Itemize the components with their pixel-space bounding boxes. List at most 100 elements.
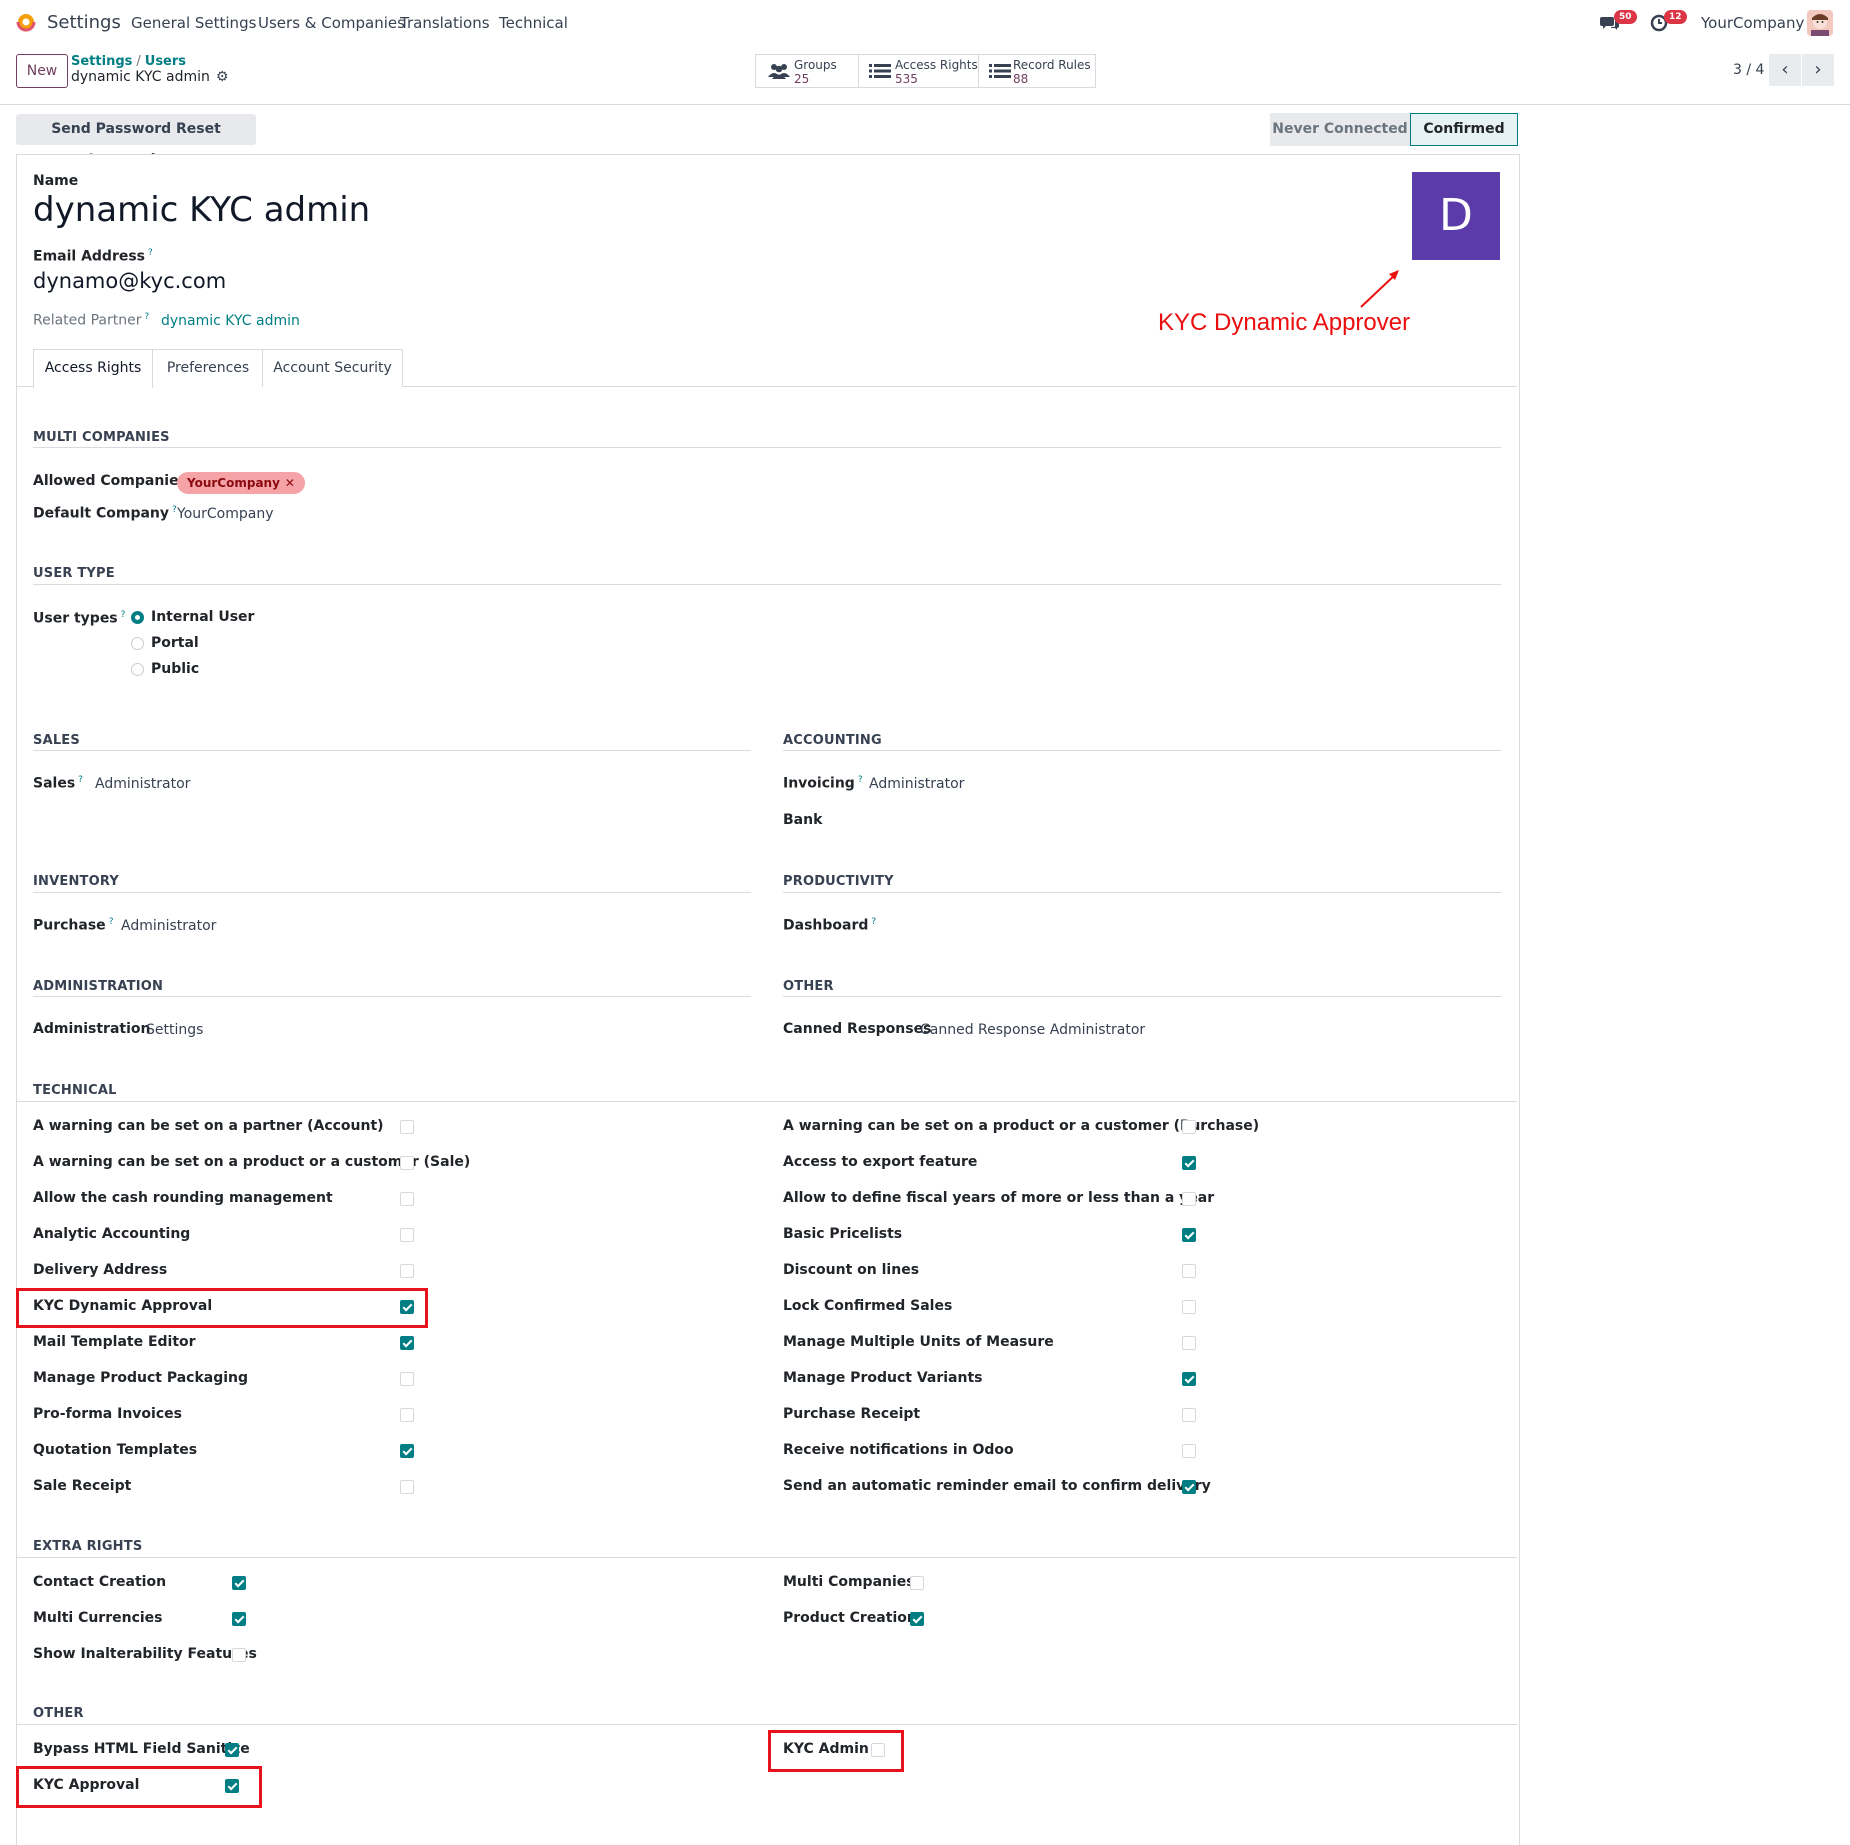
checkbox-a-warning-can-be-set-on-a-partner-account[interactable] — [400, 1120, 414, 1134]
help-icon[interactable]: ? — [858, 775, 863, 785]
checkbox-basic-pricelists[interactable] — [1182, 1228, 1196, 1242]
checkbox-allow-the-cash-rounding-management[interactable] — [400, 1192, 414, 1206]
checkbox-quotation-templates[interactable] — [400, 1444, 414, 1458]
pager-value[interactable]: 3 / 4 — [1733, 62, 1764, 78]
help-icon[interactable]: ? — [148, 248, 153, 258]
checkbox-show-inalterability-features[interactable] — [232, 1648, 246, 1662]
checkbox-product-creation[interactable] — [910, 1612, 924, 1626]
checkbox-sale-receipt[interactable] — [400, 1480, 414, 1494]
group-title-other: OTHER — [33, 1706, 84, 1721]
company-tag[interactable]: YourCompany ✕ — [177, 472, 305, 494]
checkbox-mail-template-editor[interactable] — [400, 1336, 414, 1350]
checkbox-pro-forma-invoices[interactable] — [400, 1408, 414, 1422]
menu-general-settings[interactable]: General Settings — [131, 14, 256, 32]
breadcrumb-users[interactable]: Users — [145, 54, 186, 69]
record-rules-count: 88 — [1013, 72, 1029, 86]
checkbox-discount-on-lines[interactable] — [1182, 1264, 1196, 1278]
checkbox-bypass-html-field-sanitize[interactable] — [225, 1743, 239, 1757]
checkbox-label-access-to-export-feature: Access to export feature — [783, 1154, 978, 1170]
checkbox-multi-companies[interactable] — [910, 1576, 924, 1590]
checkbox-label-send-an-automatic-reminder-email-to-confirm-delivery: Send an automatic reminder email to conf… — [783, 1478, 1211, 1494]
gear-icon[interactable]: ⚙ — [216, 69, 229, 85]
list-icon — [989, 64, 1011, 78]
stage-never-connected[interactable]: Never Connected — [1270, 113, 1410, 146]
checkbox-a-warning-can-be-set-on-a-product-or-a-customer-purchase[interactable] — [1182, 1120, 1196, 1134]
radio-label-internal-user[interactable]: Internal User — [151, 609, 254, 625]
checkbox-delivery-address[interactable] — [400, 1264, 414, 1278]
breadcrumb-settings[interactable]: Settings — [71, 54, 132, 69]
checkbox-manage-product-packaging[interactable] — [400, 1372, 414, 1386]
checkbox-label-sale-receipt: Sale Receipt — [33, 1478, 132, 1494]
pager-next-button[interactable]: › — [1802, 54, 1834, 86]
purchase-field[interactable]: Administrator — [121, 918, 216, 934]
pager-previous-button[interactable]: ‹ — [1769, 54, 1801, 86]
canned-responses-label: Canned Responses — [783, 1021, 932, 1037]
sales-label: Sales? — [33, 775, 83, 792]
checkbox-label-manage-multiple-units-of-measure: Manage Multiple Units of Measure — [783, 1334, 1054, 1350]
checkbox-label-bypass-html-field-sanitize: Bypass HTML Field Sanitize — [33, 1741, 250, 1757]
highlight-kyc-approval — [16, 1766, 262, 1808]
user-avatar-icon — [1807, 10, 1833, 36]
checkbox-a-warning-can-be-set-on-a-product-or-a-customer-sale[interactable] — [400, 1156, 414, 1170]
radio-internal-user[interactable] — [131, 611, 144, 624]
checkbox-label-contact-creation: Contact Creation — [33, 1574, 167, 1590]
checkbox-receive-notifications-in-odoo[interactable] — [1182, 1444, 1196, 1458]
group-title-extra-rights: EXTRA RIGHTS — [33, 1539, 143, 1554]
checkbox-manage-product-variants[interactable] — [1182, 1372, 1196, 1386]
email-field[interactable]: dynamo@kyc.com — [33, 269, 226, 293]
canned-responses-field[interactable]: Canned Response Administrator — [920, 1022, 1145, 1038]
checkbox-allow-to-define-fiscal-years-of-more-or-less-than-a-year[interactable] — [1182, 1192, 1196, 1206]
radio-label-portal[interactable]: Portal — [151, 635, 199, 651]
checkbox-lock-confirmed-sales[interactable] — [1182, 1300, 1196, 1314]
help-icon[interactable]: ? — [145, 312, 150, 322]
groups-smart-button[interactable]: Groups 25 — [755, 54, 860, 88]
user-avatar[interactable] — [1807, 10, 1833, 36]
help-icon[interactable]: ? — [78, 775, 83, 785]
menu-translations[interactable]: Translations — [400, 14, 490, 32]
invoicing-field[interactable]: Administrator — [869, 776, 964, 792]
group-title-sales: SALES — [33, 733, 80, 748]
help-icon[interactable]: ? — [871, 917, 876, 927]
checkbox-manage-multiple-units-of-measure[interactable] — [1182, 1336, 1196, 1350]
checkbox-label-discount-on-lines: Discount on lines — [783, 1262, 920, 1278]
help-icon[interactable]: ? — [109, 917, 114, 927]
checkbox-access-to-export-feature[interactable] — [1182, 1156, 1196, 1170]
menu-users-companies[interactable]: Users & Companies — [258, 14, 405, 32]
checkbox-purchase-receipt[interactable] — [1182, 1408, 1196, 1422]
checkbox-label-multi-currencies: Multi Currencies — [33, 1610, 163, 1626]
tab-access-rights[interactable]: Access Rights — [33, 349, 153, 388]
checkbox-label-manage-product-packaging: Manage Product Packaging — [33, 1370, 249, 1386]
name-field[interactable]: dynamic KYC admin — [33, 190, 370, 230]
checkbox-label-delivery-address: Delivery Address — [33, 1262, 168, 1278]
menu-technical[interactable]: Technical — [499, 14, 568, 32]
sales-field[interactable]: Administrator — [95, 776, 190, 792]
close-icon[interactable]: ✕ — [285, 476, 295, 490]
checkbox-label-show-inalterability-features: Show Inalterability Features — [33, 1646, 257, 1662]
user-image[interactable]: D — [1412, 172, 1500, 260]
record-rules-smart-button[interactable]: Record Rules 88 — [978, 54, 1096, 88]
stage-confirmed[interactable]: Confirmed — [1410, 113, 1518, 146]
help-icon[interactable]: ? — [121, 610, 126, 620]
radio-public[interactable] — [131, 663, 144, 676]
chat-button[interactable]: 50 — [1600, 10, 1640, 36]
checkbox-label-mail-template-editor: Mail Template Editor — [33, 1334, 196, 1350]
company-switcher[interactable]: YourCompany — [1701, 14, 1804, 32]
default-company-field[interactable]: YourCompany — [177, 506, 274, 522]
radio-portal[interactable] — [131, 637, 144, 650]
app-name[interactable]: Settings — [47, 12, 121, 33]
administration-field[interactable]: Settings — [146, 1022, 203, 1038]
radio-label-public[interactable]: Public — [151, 661, 199, 677]
tab-preferences[interactable]: Preferences — [152, 349, 264, 387]
new-button[interactable]: New — [16, 54, 68, 88]
purchase-label: Purchase? — [33, 917, 114, 934]
checkbox-analytic-accounting[interactable] — [400, 1228, 414, 1242]
checkbox-contact-creation[interactable] — [232, 1576, 246, 1590]
access-rights-smart-button[interactable]: Access Rights 535 — [858, 54, 980, 88]
tab-account-security[interactable]: Account Security — [262, 349, 403, 387]
checkbox-multi-currencies[interactable] — [232, 1612, 246, 1626]
send-password-reset-button[interactable]: Send Password Reset Instructions — [16, 114, 256, 168]
related-partner-link[interactable]: dynamic KYC admin — [161, 313, 300, 329]
activity-button[interactable]: 12 — [1650, 10, 1690, 36]
odoo-logo-icon[interactable] — [16, 12, 36, 32]
checkbox-send-an-automatic-reminder-email-to-confirm-delivery[interactable] — [1182, 1480, 1196, 1494]
